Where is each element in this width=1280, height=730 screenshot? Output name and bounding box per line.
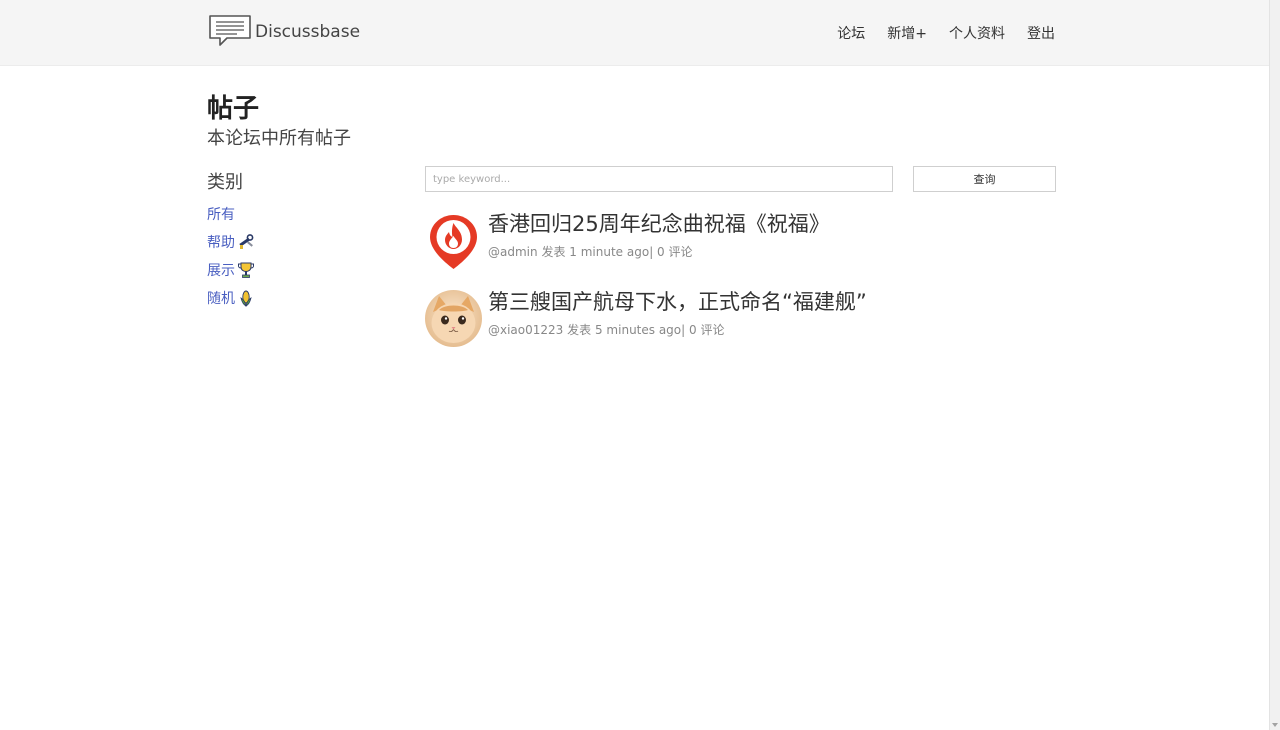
category-showcase[interactable]: 展示 — [207, 256, 255, 284]
post-comments: | 0 评论 — [681, 323, 725, 338]
fire-pin-icon — [425, 212, 482, 269]
post-meta: @xiao01223 发表 5 minutes ago| 0 评论 — [488, 321, 867, 338]
category-label: 所有 — [207, 207, 235, 223]
scroll-down-arrow-icon[interactable] — [1272, 723, 1278, 727]
page-subtitle: 本论坛中所有帖子 — [207, 128, 351, 149]
post-comments: | 0 评论 — [649, 245, 693, 260]
category-help[interactable]: 帮助 — [207, 228, 255, 256]
post-title-link[interactable]: 第三艘国产航母下水，正式命名“福建舰” — [488, 290, 867, 315]
vertical-scrollbar[interactable] — [1269, 0, 1280, 730]
post-author-link[interactable]: @admin — [488, 245, 538, 259]
trophy-icon — [238, 262, 254, 278]
search-input[interactable] — [425, 166, 893, 192]
category-all[interactable]: 所有 — [207, 200, 255, 228]
nav-logout-link[interactable]: 登出 — [1027, 23, 1055, 43]
chat-bubble-logo-icon — [209, 15, 251, 46]
post-action: 发表 — [541, 245, 566, 260]
category-random[interactable]: 随机 — [207, 284, 255, 312]
post-title-link[interactable]: 香港回归25周年纪念曲祝福《祝福》 — [488, 212, 830, 237]
category-sidebar: 类别 所有 帮助 展示 随机 — [207, 168, 255, 312]
corn-icon — [240, 290, 252, 307]
category-label: 展示 — [207, 263, 235, 279]
post-meta: @admin 发表 1 minute ago| 0 评论 — [488, 243, 830, 260]
post-body: 香港回归25周年纪念曲祝福《祝福》 @admin 发表 1 minute ago… — [488, 212, 830, 269]
brand-name: Discussbase — [255, 22, 361, 42]
cat-avatar-icon — [425, 290, 482, 347]
post-action: 发表 — [567, 323, 592, 338]
avatar[interactable] — [425, 212, 482, 269]
post-author-link[interactable]: @xiao01223 — [488, 323, 563, 337]
category-label: 帮助 — [207, 235, 235, 251]
main-nav: 论坛 新增+ 个人资料 登出 — [837, 23, 1055, 43]
nav-new-link[interactable]: 新增+ — [887, 23, 927, 43]
post-item: 香港回归25周年纪念曲祝福《祝福》 @admin 发表 1 minute ago… — [425, 212, 830, 269]
post-item: 第三艘国产航母下水，正式命名“福建舰” @xiao01223 发表 5 minu… — [425, 290, 867, 347]
top-navbar: Discussbase 论坛 新增+ 个人资料 登出 — [0, 0, 1269, 66]
post-time: 5 minutes ago — [594, 323, 682, 338]
sidebar-heading: 类别 — [207, 172, 243, 193]
post-body: 第三艘国产航母下水，正式命名“福建舰” @xiao01223 发表 5 minu… — [488, 290, 867, 347]
tool-icon — [239, 234, 254, 249]
avatar[interactable] — [425, 290, 482, 347]
brand-link[interactable]: Discussbase — [207, 14, 360, 48]
nav-profile-link[interactable]: 个人资料 — [949, 23, 1005, 43]
category-label: 随机 — [207, 291, 235, 307]
nav-forum-link[interactable]: 论坛 — [837, 23, 865, 43]
post-time: 1 minute ago — [569, 245, 650, 260]
page-title: 帖子 — [207, 94, 260, 124]
search-button[interactable]: 查询 — [913, 166, 1056, 192]
